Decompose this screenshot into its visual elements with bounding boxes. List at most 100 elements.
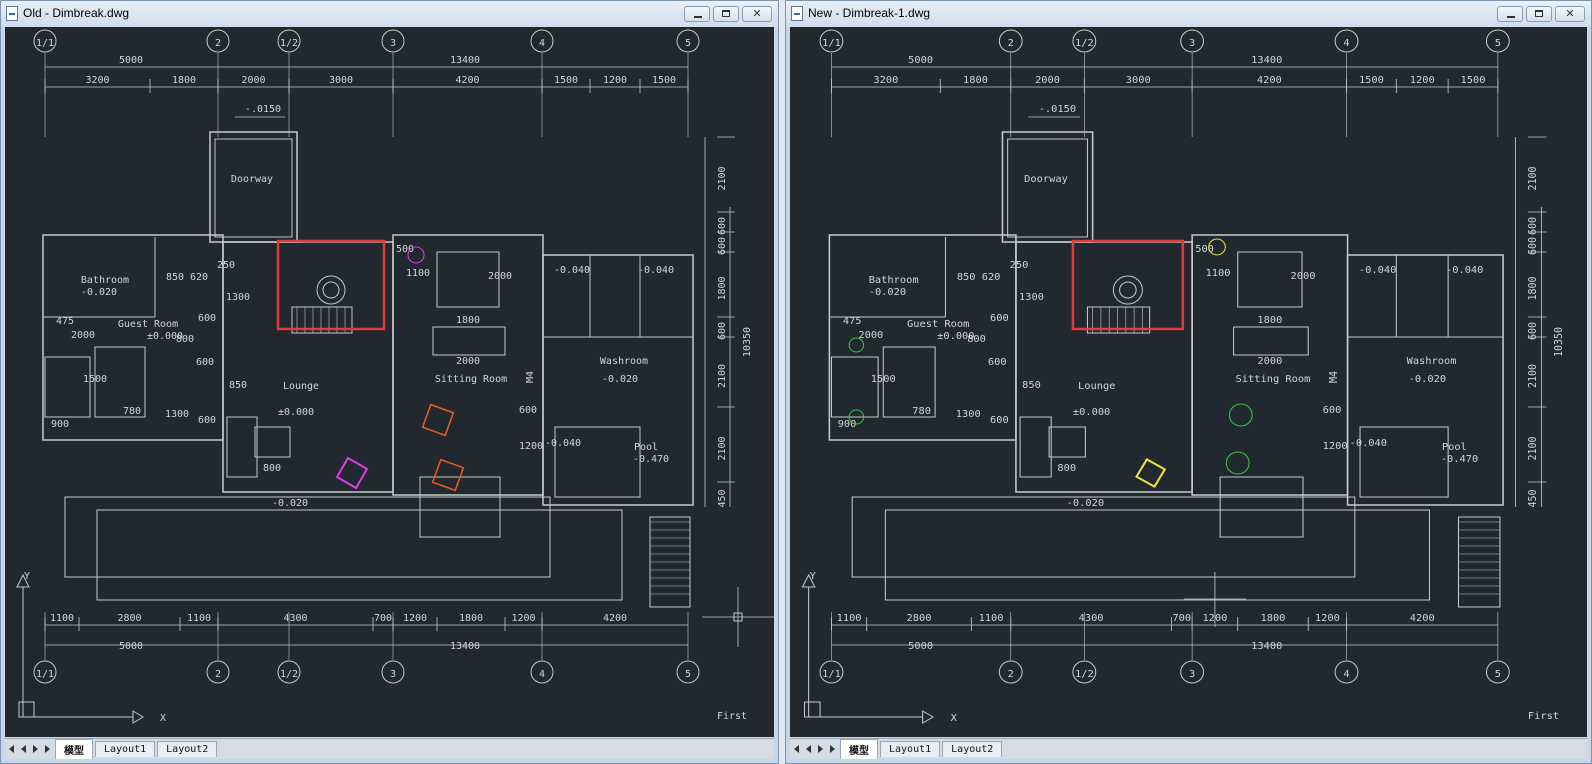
dimension-label: 4300 <box>1079 613 1104 624</box>
minor-dimension-label: 1500 <box>871 374 896 385</box>
last-tab-arrow-icon[interactable] <box>43 743 53 755</box>
minor-dimension-label: 2000 <box>858 330 883 341</box>
minor-dimension-label: 620 <box>190 272 208 283</box>
dimension-label: 2100 <box>1528 436 1539 460</box>
ucs-arrow-x <box>922 710 935 724</box>
next-tab-arrow-icon[interactable] <box>816 743 826 755</box>
lounge-walls <box>222 241 394 493</box>
grid-axis-label: 5 <box>685 38 691 49</box>
dimension-label: 1200 <box>603 75 627 86</box>
minor-dimension-label: 620 <box>982 272 1001 283</box>
dimension-label: 1500 <box>652 75 676 86</box>
grid-axis-label: 2 <box>215 669 221 680</box>
close-button[interactable] <box>742 6 772 22</box>
old-drawing-window[interactable]: Old - Dimbreak.dwg 1/1 1/1 2 2 1/2 1/2 3 3 4 4 5 5 5… <box>0 0 779 764</box>
minor-dimension-label: 600 <box>990 313 1009 324</box>
room-label-washroom: Washroom <box>600 356 648 367</box>
grid-axis-label: 2 <box>215 38 221 49</box>
level-mark: -0.020 <box>81 287 117 298</box>
first-tab-arrow-icon[interactable] <box>7 743 17 755</box>
dimension-label: 2100 <box>717 364 728 388</box>
dimension-label: 1500 <box>554 75 578 86</box>
tab-model[interactable]: 模型 <box>55 739 93 759</box>
minor-dimension-label: 1500 <box>83 374 107 385</box>
room-label-lounge: Lounge <box>1078 381 1115 392</box>
dimension-total: 5000 <box>908 55 933 66</box>
minor-dimension-label: 780 <box>123 406 141 417</box>
tab-layout1[interactable]: Layout1 <box>880 741 941 757</box>
minimize-button[interactable] <box>684 6 710 22</box>
new-drawing-window[interactable]: New - Dimbreak-1.dwg 1/11/1221/21/233445… <box>785 0 1592 764</box>
dimension-label: 1800 <box>172 75 196 86</box>
minor-dimension-label: -0.040 <box>1446 265 1483 276</box>
tab-model[interactable]: 模型 <box>840 739 878 759</box>
layout-tab-bar: 模型 Layout1 Layout2 <box>790 738 1587 759</box>
lounge-table <box>1048 426 1086 458</box>
change-highlight-box <box>276 239 386 331</box>
drawing-canvas[interactable]: 1/1 1/1 2 2 1/2 1/2 3 3 4 4 5 5 5000 13400 3200 1800 200… <box>790 27 1587 737</box>
dimension-total: 5000 <box>119 55 143 66</box>
guest-bed <box>44 356 91 418</box>
plant-icon <box>316 275 346 305</box>
minor-dimension-label: 250 <box>1010 260 1029 271</box>
window-title: New - Dimbreak-1.dwg <box>808 6 931 20</box>
sofa <box>1233 326 1309 356</box>
armchair-magenta <box>335 456 369 490</box>
dimension-label: 1100 <box>187 613 211 624</box>
tab-layout2[interactable]: Layout2 <box>157 741 218 757</box>
ucs-arrow-x <box>132 710 144 724</box>
dimension-label: 1800 <box>963 75 988 86</box>
minor-dimension-label: 600 <box>990 415 1009 426</box>
entry-steps <box>1219 476 1304 538</box>
dimension-label: 2100 <box>717 166 728 190</box>
restore-button[interactable] <box>1526 6 1552 22</box>
target-symbol-green <box>848 337 865 353</box>
armchair-yellow <box>1135 457 1167 489</box>
dimension-label: 1800 <box>1528 276 1539 300</box>
minor-dimension-label: 780 <box>912 406 931 417</box>
dwg-file-icon <box>6 6 18 21</box>
minor-dimension-label: 2000 <box>71 330 95 341</box>
dimension-label: 2000 <box>241 75 265 86</box>
minor-dimension-label: -0.040 <box>1359 265 1396 276</box>
minor-dimension-label: 1300 <box>226 292 250 303</box>
entry-steps <box>419 476 501 538</box>
level-mark: -.0150 <box>1039 104 1076 115</box>
minor-dimension-label: 1300 <box>165 409 189 420</box>
ucs-x-label: X <box>951 713 958 724</box>
dimension-label: 1500 <box>1359 75 1384 86</box>
dimension-label: 1800 <box>717 276 728 300</box>
title-bar[interactable]: Old - Dimbreak.dwg <box>1 1 778 27</box>
minor-dimension-label: 1300 <box>956 409 981 420</box>
minimize-button[interactable] <box>1497 6 1523 22</box>
minor-dimension-label: 800 <box>967 334 986 345</box>
dimension-label: 700 <box>1172 613 1191 624</box>
room-label-doorway: Doorway <box>231 174 273 185</box>
drawing-canvas[interactable]: 1/1 1/1 2 2 1/2 1/2 3 3 4 4 5 5 5000 13400 3200 1800 200… <box>5 27 774 737</box>
prev-tab-arrow-icon[interactable] <box>19 743 29 755</box>
armchair-orange <box>431 458 465 492</box>
dimension-label: 2100 <box>1528 166 1539 190</box>
restore-button[interactable] <box>713 6 739 22</box>
plant-icon-inner <box>1119 281 1137 299</box>
first-tab-arrow-icon[interactable] <box>792 743 802 755</box>
minor-dimension-label: 500 <box>1195 244 1214 255</box>
title-bar[interactable]: New - Dimbreak-1.dwg <box>786 1 1591 27</box>
sofa <box>432 326 506 356</box>
dimension-label: 2000 <box>1035 75 1060 86</box>
dimension-label: 4200 <box>603 613 627 624</box>
dimension-label: 1200 <box>1410 75 1435 86</box>
tab-layout2[interactable]: Layout2 <box>942 741 1003 757</box>
tab-layout1[interactable]: Layout1 <box>95 741 156 757</box>
level-mark: ±0.000 <box>1073 407 1110 418</box>
last-tab-arrow-icon[interactable] <box>828 743 838 755</box>
room-label-m4: M4 <box>1329 371 1340 383</box>
prev-tab-arrow-icon[interactable] <box>804 743 814 755</box>
floor-plan-drawing[interactable]: 1/1 1/1 2 2 1/2 1/2 3 3 4 4 5 5 5000 13400 3200 1800 200… <box>5 27 774 737</box>
dimension-label: 1100 <box>979 613 1004 624</box>
floor-plan-drawing[interactable]: 1/1 1/1 2 2 1/2 1/2 3 3 4 4 5 5 5000 13400 3200 1800 200… <box>790 27 1587 737</box>
grid-axis-label: 2 <box>1008 38 1014 49</box>
close-button[interactable] <box>1555 6 1585 22</box>
next-tab-arrow-icon[interactable] <box>31 743 41 755</box>
grid-axis-label: 1/1 <box>36 38 54 49</box>
